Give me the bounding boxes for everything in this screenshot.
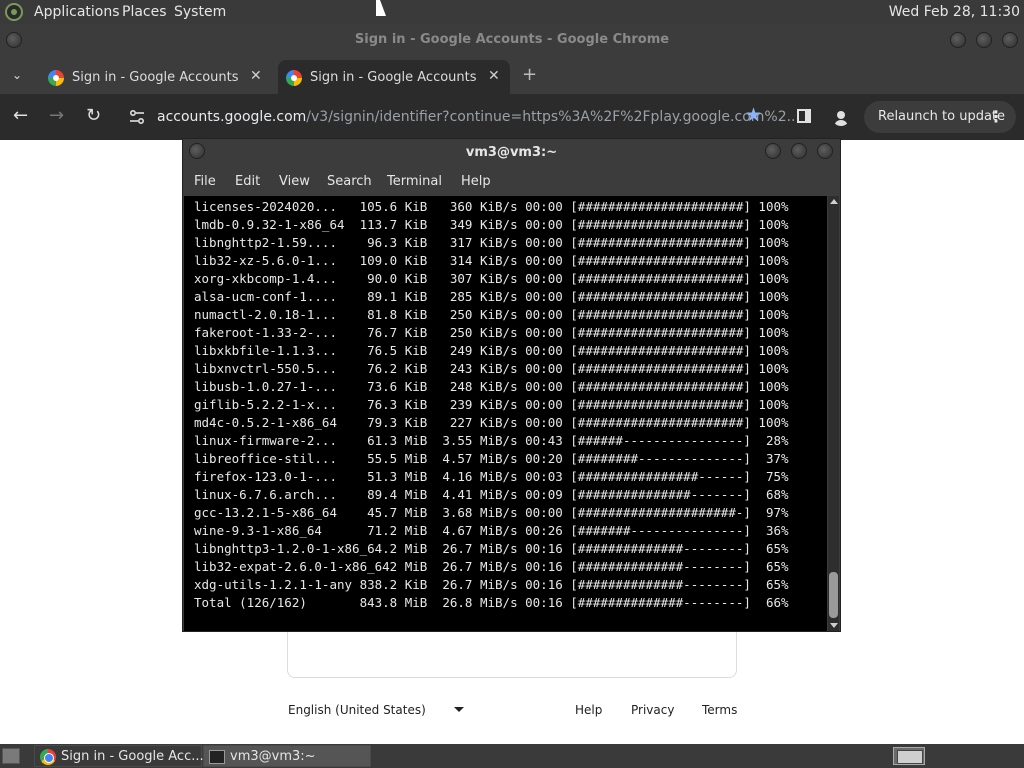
footer-privacy-link[interactable]: Privacy bbox=[631, 702, 674, 718]
taskbar-item-label: vm3@vm3:~ bbox=[230, 749, 316, 764]
output-line: libnghttp2-1.59.... 96.3 KiB 317 KiB/s 0… bbox=[194, 235, 789, 250]
tab-close-icon[interactable]: ✕ bbox=[250, 68, 262, 84]
show-desktop-icon[interactable] bbox=[2, 748, 20, 764]
reload-icon[interactable]: ↻ bbox=[86, 105, 101, 127]
chrome-titlebar[interactable]: Sign in - Google Accounts - Google Chrom… bbox=[0, 24, 1024, 56]
menu-help[interactable]: Help bbox=[461, 174, 491, 190]
terminal-window[interactable]: vm3@vm3:~ File Edit View Search Terminal… bbox=[182, 138, 841, 632]
scrollbar-thumb[interactable] bbox=[829, 572, 838, 618]
output-line: giflib-5.2.2-1-x... 76.3 KiB 239 KiB/s 0… bbox=[194, 397, 789, 412]
clock[interactable]: Wed Feb 28, 11:30 bbox=[889, 4, 1020, 20]
output-line: libusb-1.0.27-1-... 73.6 KiB 248 KiB/s 0… bbox=[194, 379, 789, 394]
output-line: libreoffice-stil... 55.5 MiB 4.57 MiB/s … bbox=[194, 451, 789, 466]
taskbar-item-label: Sign in - Google Acc... bbox=[61, 749, 204, 764]
url-host: accounts.google.com bbox=[157, 109, 307, 125]
terminal-titlebar[interactable]: vm3@vm3:~ bbox=[183, 139, 840, 167]
menu-applications[interactable]: Applications bbox=[34, 4, 120, 20]
footer-help-link[interactable]: Help bbox=[575, 702, 602, 718]
taskbar-item-terminal[interactable]: vm3@vm3:~ bbox=[203, 745, 371, 767]
maximize-button[interactable] bbox=[976, 32, 992, 48]
url-path: /v3/signin/identifier?continue=https%3A%… bbox=[306, 109, 800, 125]
close-window-button[interactable] bbox=[1002, 32, 1018, 48]
bookmark-star-icon[interactable]: ★ bbox=[745, 104, 762, 126]
google-favicon-icon bbox=[48, 70, 64, 86]
scroll-down-arrow-icon[interactable] bbox=[830, 623, 838, 628]
menu-file[interactable]: File bbox=[194, 174, 216, 190]
chrome-icon bbox=[40, 749, 56, 765]
tab-2-active[interactable]: Sign in - Google Accounts ✕ bbox=[278, 60, 510, 94]
window-title: Sign in - Google Accounts - Google Chrom… bbox=[354, 32, 670, 47]
minimize-button[interactable] bbox=[950, 32, 966, 48]
output-line: fakeroot-1.33-2-... 76.7 KiB 250 KiB/s 0… bbox=[194, 325, 789, 340]
terminal-icon bbox=[209, 750, 225, 764]
output-line: wine-9.3-1-x86_64 71.2 MiB 4.67 MiB/s 00… bbox=[194, 523, 789, 538]
menu-system[interactable]: System bbox=[174, 4, 226, 20]
mouse-cursor-icon bbox=[376, 0, 386, 16]
output-line: gcc-13.2.1-5-x86_64 45.7 MiB 3.68 MiB/s … bbox=[194, 505, 789, 520]
taskbar: Sign in - Google Acc... vm3@vm3:~ bbox=[0, 744, 1024, 768]
language-select[interactable]: English (United States) bbox=[288, 702, 426, 718]
menu-edit[interactable]: Edit bbox=[235, 174, 260, 190]
back-arrow-icon[interactable]: ← bbox=[13, 105, 28, 127]
output-line: linux-6.7.6.arch... 89.4 MiB 4.41 MiB/s … bbox=[194, 487, 789, 502]
mate-logo-icon[interactable] bbox=[5, 3, 23, 21]
output-line: libxkbfile-1.1.3... 76.5 KiB 249 KiB/s 0… bbox=[194, 343, 789, 358]
terminal-title: vm3@vm3:~ bbox=[465, 145, 558, 160]
workspace-switcher[interactable] bbox=[893, 747, 925, 765]
output-line: libnghttp3-1.2.0-1-x86_64.2 MiB 26.7 MiB… bbox=[194, 541, 789, 556]
output-line: lmdb-0.9.32-1-x86_64 113.7 KiB 349 KiB/s… bbox=[194, 217, 789, 232]
terminal-menubar: File Edit View Search Terminal Help bbox=[183, 167, 840, 195]
tab-title: Sign in - Google Accounts bbox=[72, 70, 239, 85]
output-line: licenses-2024020... 105.6 KiB 360 KiB/s … bbox=[194, 199, 789, 214]
terminal-scrollbar[interactable] bbox=[828, 196, 839, 631]
output-line: numactl-2.0.18-1... 81.8 KiB 250 KiB/s 0… bbox=[194, 307, 789, 322]
google-favicon-icon bbox=[286, 70, 302, 86]
footer-terms-link[interactable]: Terms bbox=[702, 702, 737, 718]
output-line: linux-firmware-2... 61.3 MiB 3.55 MiB/s … bbox=[194, 433, 789, 448]
output-line: xdg-utils-1.2.1-1-any 838.2 KiB 26.7 MiB… bbox=[194, 577, 789, 592]
profile-avatar-icon[interactable] bbox=[832, 108, 850, 126]
output-line: firefox-123.0-1-... 51.3 MiB 4.16 MiB/s … bbox=[194, 469, 789, 484]
more-vert-icon[interactable]: ⋮ bbox=[988, 107, 1004, 126]
tab-title: Sign in - Google Accounts bbox=[310, 70, 477, 85]
tab-1[interactable]: Sign in - Google Accounts ✕ bbox=[48, 60, 268, 94]
new-tab-icon[interactable]: + bbox=[522, 64, 537, 85]
relaunch-label: Relaunch to update bbox=[878, 109, 1006, 124]
output-line: md4c-0.5.2-1-x86_64 79.3 KiB 227 KiB/s 0… bbox=[194, 415, 789, 430]
menu-search[interactable]: Search bbox=[327, 174, 372, 190]
dropdown-caret-icon[interactable] bbox=[454, 707, 464, 712]
side-panel-icon[interactable] bbox=[797, 109, 811, 123]
tab-strip: ⌄ Sign in - Google Accounts ✕ Sign in - … bbox=[0, 56, 1024, 94]
site-info-icon[interactable] bbox=[128, 108, 146, 126]
output-line: alsa-ucm-conf-1.... 89.1 KiB 285 KiB/s 0… bbox=[194, 289, 789, 304]
tab-search-chevron-icon[interactable]: ⌄ bbox=[12, 68, 22, 82]
taskbar-item-chrome[interactable]: Sign in - Google Acc... bbox=[34, 745, 204, 767]
output-line: Total (126/162) 843.8 MiB 26.8 MiB/s 00:… bbox=[194, 595, 789, 610]
close-window-button[interactable] bbox=[817, 143, 833, 159]
tab-close-icon[interactable]: ✕ bbox=[488, 68, 500, 84]
relaunch-to-update-button[interactable]: Relaunch to update ⋮ bbox=[864, 101, 1016, 133]
menu-places[interactable]: Places bbox=[122, 4, 167, 20]
maximize-button[interactable] bbox=[791, 143, 807, 159]
minimize-button[interactable] bbox=[765, 143, 781, 159]
menu-terminal[interactable]: Terminal bbox=[387, 174, 442, 190]
scroll-up-arrow-icon[interactable] bbox=[830, 199, 838, 204]
output-line: xorg-xkbcomp-1.4... 90.0 KiB 307 KiB/s 0… bbox=[194, 271, 789, 286]
output-line: libxnvctrl-550.5... 76.2 KiB 243 KiB/s 0… bbox=[194, 361, 789, 376]
output-line: lib32-expat-2.6.0-1-x86_642 MiB 26.7 MiB… bbox=[194, 559, 789, 574]
address-bar[interactable]: accounts.google.com/v3/signin/identifier… bbox=[157, 108, 800, 126]
output-line: lib32-xz-5.6.0-1... 109.0 KiB 314 KiB/s … bbox=[194, 253, 789, 268]
top-panel: Applications Places System Wed Feb 28, 1… bbox=[0, 0, 1024, 24]
terminal-output[interactable]: licenses-2024020... 105.6 KiB 360 KiB/s … bbox=[184, 196, 827, 631]
forward-arrow-icon[interactable]: → bbox=[49, 105, 64, 127]
menu-view[interactable]: View bbox=[279, 174, 310, 190]
